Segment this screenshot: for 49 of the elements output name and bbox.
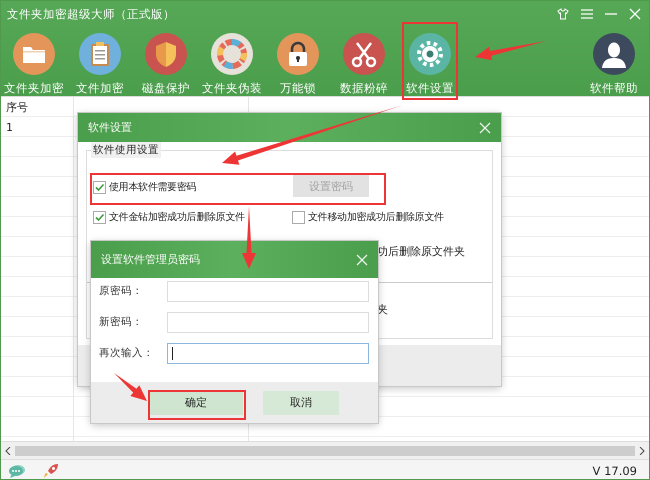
dialog-title: 软件设置: [88, 120, 133, 135]
scrollbar-thumb[interactable]: [15, 446, 635, 456]
scroll-right-icon[interactable]: [639, 446, 645, 454]
annotation-arrow: [114, 373, 147, 401]
password-field[interactable]: [167, 342, 369, 364]
checkbox[interactable]: [93, 180, 106, 194]
window-title: 文件夹加密超级大师（正式版）: [7, 6, 176, 22]
checkbox-label[interactable]: 使用本软件需要密码: [109, 180, 196, 194]
shirt-icon[interactable]: [557, 8, 569, 20]
shield-icon[interactable]: [145, 33, 187, 75]
confirm-button[interactable]: 确定: [149, 390, 243, 414]
field-label: 原密码：: [99, 284, 144, 298]
toolbar-button[interactable]: 万能锁: [280, 81, 316, 96]
group-title: 软件使用设置: [91, 142, 161, 158]
folder-icon[interactable]: [13, 33, 55, 75]
minimize-icon[interactable]: [605, 13, 617, 15]
lock-icon[interactable]: [277, 33, 319, 75]
checkbox[interactable]: [93, 210, 106, 224]
toolbar-button[interactable]: 文件夹伪装: [202, 81, 262, 96]
checkbox-label[interactable]: 文件金钻加密成功后删除原文件: [109, 210, 245, 224]
toolbar-button[interactable]: 软件设置: [406, 81, 454, 96]
dialog-title: 设置软件管理员密码: [101, 252, 201, 267]
toolbar-button[interactable]: 数据粉碎: [340, 81, 388, 96]
close-icon[interactable]: [356, 254, 368, 266]
rocket-icon[interactable]: [43, 463, 59, 479]
checkbox-label[interactable]: 文件移动加密成功后删除原文件: [308, 210, 444, 224]
column-header: 序号: [6, 100, 28, 114]
checkbox[interactable]: [292, 210, 305, 224]
annotation-arrow: [475, 41, 546, 60]
toolbar-button[interactable]: 磁盘保护: [142, 81, 190, 96]
chat-icon[interactable]: [9, 464, 25, 478]
password-field[interactable]: [167, 312, 369, 332]
field-label: 再次输入：: [99, 346, 155, 360]
scroll-left-icon[interactable]: [5, 446, 11, 454]
clipboard-icon[interactable]: [79, 33, 121, 75]
password-field[interactable]: [167, 280, 369, 302]
toolbar-button[interactable]: 软件帮助: [590, 81, 638, 96]
wheel-icon[interactable]: [211, 33, 253, 75]
cancel-button[interactable]: 取消: [263, 390, 339, 414]
scissors-icon[interactable]: [343, 33, 385, 75]
table-cell: 1: [6, 120, 13, 134]
field-label: 新密码：: [99, 315, 144, 329]
toolbar-button[interactable]: 文件夹加密: [4, 81, 64, 96]
menu-icon[interactable]: [581, 9, 593, 19]
user-icon[interactable]: [593, 33, 635, 75]
toolbar-button[interactable]: 文件加密: [76, 81, 124, 96]
version-label: V 17.09: [592, 464, 637, 478]
close-icon[interactable]: [479, 122, 491, 134]
gear-icon[interactable]: [409, 33, 451, 75]
